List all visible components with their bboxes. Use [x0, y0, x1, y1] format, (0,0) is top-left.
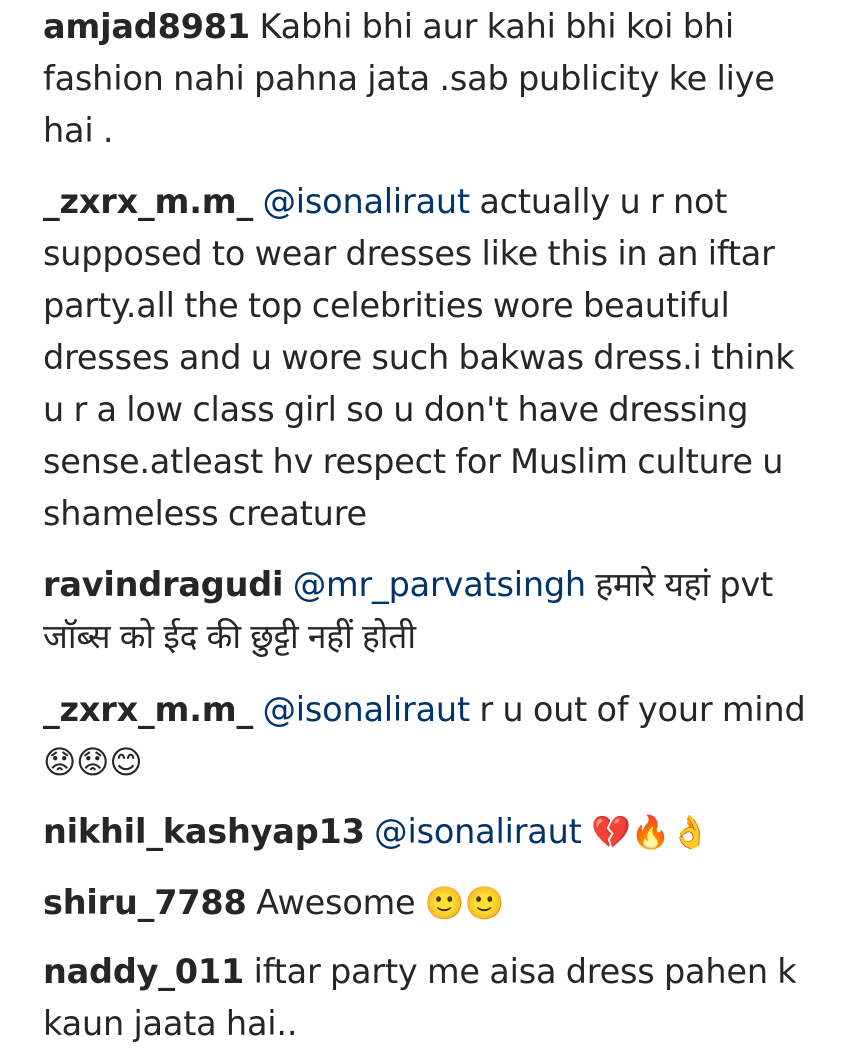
comment-text: r u out of your mind	[479, 690, 806, 729]
comment-username[interactable]: nikhil_kashyap13	[43, 812, 365, 851]
comment-mention[interactable]: @isonaliraut	[262, 690, 470, 729]
comment-item: amjad8981 Kabhi bhi aur kahi bhi koi bhi…	[43, 1, 823, 157]
comment-item: _zxrx_m.m_ @isonaliraut r u out of your …	[43, 684, 823, 788]
comment-item: nikhil_kashyap13 @isonaliraut 💔🔥👌	[43, 806, 823, 858]
comment-mention[interactable]: @isonaliraut	[374, 812, 582, 851]
comment-item: shiru_7788 Awesome 🙂🙂	[43, 877, 823, 929]
comment-mention[interactable]: @isonaliraut	[262, 182, 470, 221]
comment-text: actually u r not supposed to wear dresse…	[43, 182, 795, 533]
comment-item: _zxrx_m.m_ @isonaliraut actually u r not…	[43, 176, 823, 540]
comment-item: ravindragudi @mr_parvatsingh हमारे यहां …	[43, 559, 823, 663]
comment-username[interactable]: _zxrx_m.m_	[43, 690, 253, 729]
comment-mention[interactable]: @mr_parvatsingh	[293, 565, 586, 604]
comment-username[interactable]: _zxrx_m.m_	[43, 182, 253, 221]
comment-username[interactable]: ravindragudi	[43, 565, 283, 604]
comment-username[interactable]: naddy_011	[43, 952, 244, 991]
emoji-icon: 😟😟😊	[43, 743, 143, 781]
smile-emoji-icon: 🙂🙂	[424, 884, 505, 922]
comment-text: Awesome	[256, 883, 416, 922]
comment-username[interactable]: shiru_7788	[43, 883, 247, 922]
comment-username[interactable]: amjad8981	[43, 7, 250, 46]
comment-item: naddy_011 iftar party me aisa dress pahe…	[43, 946, 823, 1050]
emoji-icon: 💔🔥👌	[591, 813, 710, 851]
